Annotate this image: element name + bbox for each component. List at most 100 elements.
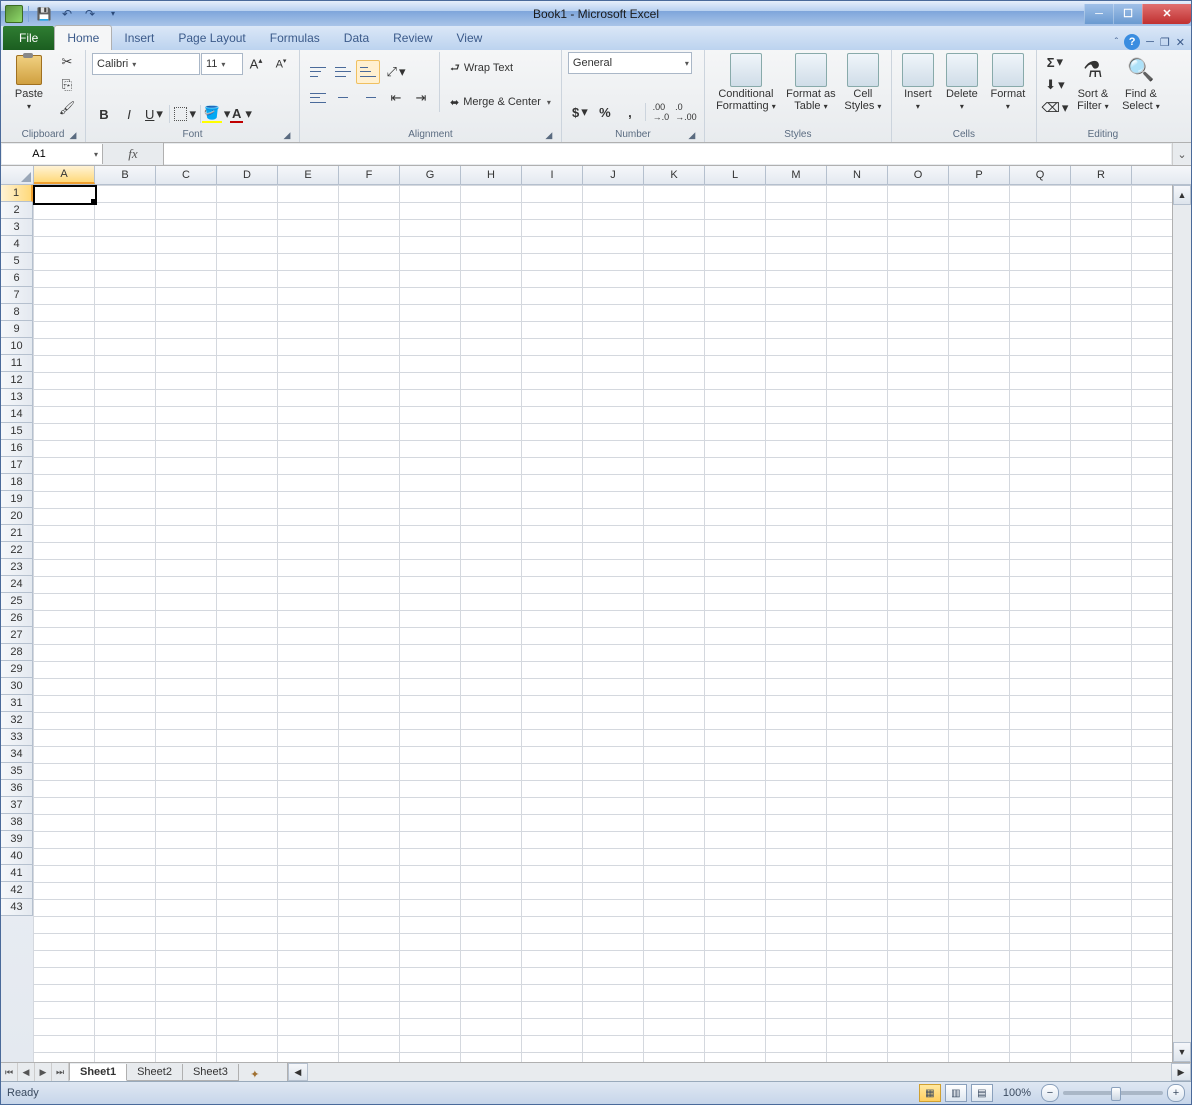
tab-view[interactable]: View [445, 26, 495, 50]
row-header-1[interactable]: 1 [1, 185, 33, 202]
row-header-35[interactable]: 35 [1, 763, 33, 780]
column-header-K[interactable]: K [644, 166, 705, 184]
row-header-25[interactable]: 25 [1, 593, 33, 610]
active-cell[interactable] [33, 185, 97, 205]
delete-cells-button[interactable]: Delete▾ [942, 52, 982, 113]
font-size-combo[interactable]: 11▾ [201, 53, 243, 75]
orientation-button[interactable]: ⤢▾ [384, 60, 408, 84]
row-header-2[interactable]: 2 [1, 202, 33, 219]
number-format-combo[interactable]: General▾ [568, 52, 692, 74]
cell-styles-button[interactable]: Cell Styles ▾ [841, 52, 885, 113]
row-header-8[interactable]: 8 [1, 304, 33, 321]
merge-center-button[interactable]: ⬌Merge & Center▾ [446, 91, 555, 113]
row-header-23[interactable]: 23 [1, 559, 33, 576]
zoom-in-button[interactable]: + [1167, 1084, 1185, 1102]
scroll-up-icon[interactable]: ▲ [1173, 185, 1191, 205]
undo-icon[interactable]: ↶ [57, 4, 77, 24]
save-icon[interactable]: 💾 [34, 4, 54, 24]
column-header-M[interactable]: M [766, 166, 827, 184]
column-header-B[interactable]: B [95, 166, 156, 184]
minimize-button[interactable]: ─ [1084, 4, 1113, 24]
tab-page-layout[interactable]: Page Layout [166, 26, 257, 50]
row-header-26[interactable]: 26 [1, 610, 33, 627]
row-header-13[interactable]: 13 [1, 389, 33, 406]
accounting-format-button[interactable]: $▾ [568, 100, 592, 124]
new-sheet-button[interactable]: ✦ [243, 1068, 267, 1081]
decrease-font-button[interactable]: A▾ [269, 52, 293, 76]
prev-sheet-icon[interactable]: ◀ [18, 1063, 35, 1081]
font-name-combo[interactable]: Calibri▾ [92, 53, 200, 75]
percent-format-button[interactable]: % [593, 100, 617, 124]
column-header-A[interactable]: A [34, 166, 95, 184]
increase-decimal-button[interactable]: .00→.0 [649, 100, 673, 124]
zoom-level[interactable]: 100% [1003, 1087, 1031, 1099]
align-middle-button[interactable] [331, 60, 355, 84]
format-cells-button[interactable]: Format▾ [986, 52, 1030, 113]
excel-icon[interactable] [5, 5, 23, 23]
scroll-left-icon[interactable]: ◀ [288, 1063, 308, 1081]
row-header-14[interactable]: 14 [1, 406, 33, 423]
fill-color-button[interactable]: 🪣▾ [204, 102, 228, 126]
row-header-37[interactable]: 37 [1, 797, 33, 814]
select-all-button[interactable] [1, 166, 34, 184]
page-break-view-button[interactable]: ▤ [971, 1084, 993, 1102]
column-header-N[interactable]: N [827, 166, 888, 184]
redo-icon[interactable]: ↷ [80, 4, 100, 24]
zoom-slider[interactable] [1063, 1091, 1163, 1095]
row-header-42[interactable]: 42 [1, 882, 33, 899]
column-header-J[interactable]: J [583, 166, 644, 184]
borders-button[interactable]: ▾ [173, 102, 197, 126]
font-launcher-icon[interactable]: ◢ [281, 129, 293, 141]
increase-font-button[interactable]: A▴ [244, 52, 268, 76]
row-header-28[interactable]: 28 [1, 644, 33, 661]
number-launcher-icon[interactable]: ◢ [686, 129, 698, 141]
row-header-33[interactable]: 33 [1, 729, 33, 746]
sheet-tab-3[interactable]: Sheet3 [182, 1064, 239, 1081]
font-color-button[interactable]: A▾ [229, 102, 253, 126]
find-select-button[interactable]: 🔍Find & Select ▾ [1119, 52, 1163, 113]
fx-icon[interactable]: fx [128, 146, 137, 162]
column-header-F[interactable]: F [339, 166, 400, 184]
row-header-24[interactable]: 24 [1, 576, 33, 593]
row-header-19[interactable]: 19 [1, 491, 33, 508]
tab-review[interactable]: Review [381, 26, 444, 50]
page-layout-view-button[interactable]: ▥ [945, 1084, 967, 1102]
sheet-tab-2[interactable]: Sheet2 [126, 1064, 183, 1081]
sort-filter-button[interactable]: ⚗Sort & Filter ▾ [1071, 52, 1115, 113]
next-sheet-icon[interactable]: ▶ [35, 1063, 52, 1081]
tab-insert[interactable]: Insert [112, 26, 166, 50]
column-header-E[interactable]: E [278, 166, 339, 184]
tab-data[interactable]: Data [332, 26, 381, 50]
scroll-track[interactable] [1173, 205, 1191, 1042]
row-header-34[interactable]: 34 [1, 746, 33, 763]
zoom-out-button[interactable]: − [1041, 1084, 1059, 1102]
row-header-31[interactable]: 31 [1, 695, 33, 712]
row-header-17[interactable]: 17 [1, 457, 33, 474]
normal-view-button[interactable]: ▦ [919, 1084, 941, 1102]
row-header-29[interactable]: 29 [1, 661, 33, 678]
clipboard-launcher-icon[interactable]: ◢ [67, 129, 79, 141]
row-header-9[interactable]: 9 [1, 321, 33, 338]
row-header-21[interactable]: 21 [1, 525, 33, 542]
last-sheet-icon[interactable]: ⏭ [52, 1063, 69, 1081]
row-header-38[interactable]: 38 [1, 814, 33, 831]
column-header-L[interactable]: L [705, 166, 766, 184]
sheet-tab-1[interactable]: Sheet1 [69, 1064, 127, 1081]
scroll-right-icon[interactable]: ▶ [1171, 1063, 1191, 1081]
column-header-Q[interactable]: Q [1010, 166, 1071, 184]
row-header-41[interactable]: 41 [1, 865, 33, 882]
column-header-P[interactable]: P [949, 166, 1010, 184]
window-min-icon[interactable]: ─ [1146, 36, 1154, 48]
row-header-22[interactable]: 22 [1, 542, 33, 559]
italic-button[interactable]: I [117, 102, 141, 126]
column-header-C[interactable]: C [156, 166, 217, 184]
row-header-27[interactable]: 27 [1, 627, 33, 644]
autosum-button[interactable]: Σ▾ [1043, 52, 1067, 73]
clear-button[interactable]: ⌫▾ [1043, 97, 1067, 118]
scroll-track[interactable] [308, 1063, 1171, 1081]
horizontal-scrollbar[interactable]: ◀ ▶ [287, 1063, 1191, 1081]
vertical-scrollbar[interactable]: ▲ ▼ [1172, 185, 1191, 1062]
decrease-decimal-button[interactable]: .0→.00 [674, 100, 698, 124]
cut-button[interactable]: ✂ [55, 52, 79, 73]
row-header-5[interactable]: 5 [1, 253, 33, 270]
